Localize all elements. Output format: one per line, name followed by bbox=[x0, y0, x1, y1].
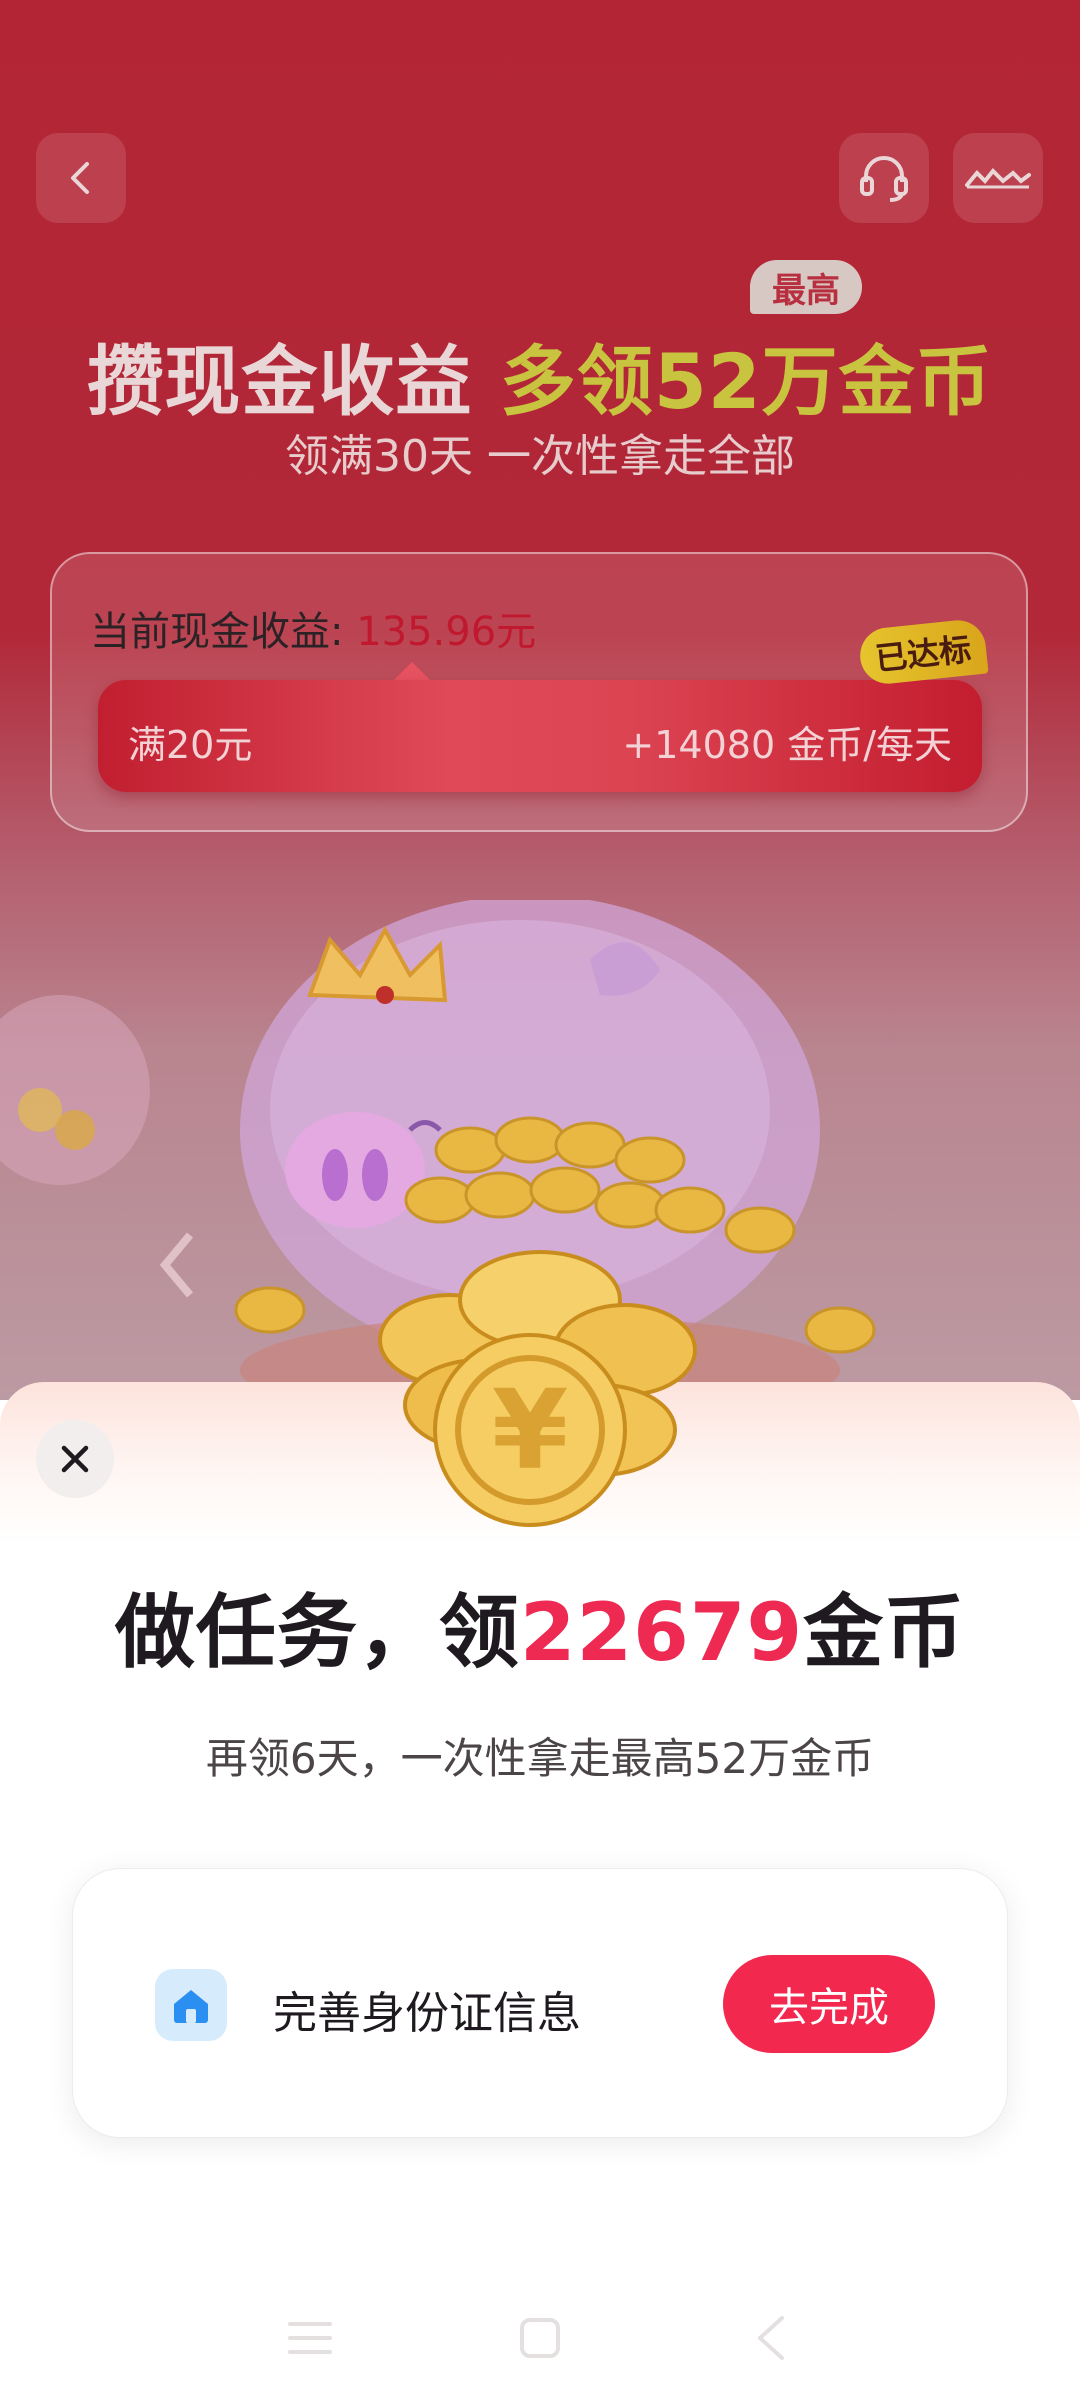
more-button[interactable] bbox=[953, 133, 1043, 223]
home-nav-icon[interactable] bbox=[520, 2318, 560, 2358]
customer-service-button[interactable] bbox=[839, 133, 929, 223]
max-badge: 最高 bbox=[750, 260, 862, 314]
earnings-label: 当前现金收益: bbox=[90, 609, 357, 655]
close-icon bbox=[61, 1445, 89, 1473]
progress-pointer bbox=[392, 662, 432, 682]
complete-task-button[interactable]: 去完成 bbox=[723, 1955, 935, 2053]
earnings-value: 135.96元 bbox=[356, 609, 537, 655]
page-subtitle: 领满30天 一次性拿走全部 bbox=[285, 431, 795, 482]
back-button[interactable] bbox=[36, 133, 126, 223]
earnings-label-row: 当前现金收益: 135.96元 bbox=[90, 599, 536, 657]
task-subtitle: 再领6天，一次性拿走最高52万金币 bbox=[205, 1734, 875, 1783]
page-headline: 攒现金收益 多领52万金币 bbox=[0, 320, 1080, 430]
task-title-suffix: 金币 bbox=[803, 1586, 966, 1679]
headset-icon bbox=[860, 156, 908, 202]
earnings-progress-bar: 满20元 +14080 金币/每天 bbox=[98, 680, 982, 792]
threshold-label: 满20元 bbox=[128, 723, 253, 767]
reached-badge: 已达标 bbox=[857, 617, 989, 687]
coin-stack-illustration: ¥ bbox=[378, 1250, 697, 1527]
task-label: 完善身份证信息 bbox=[273, 1988, 581, 2039]
headline-part2: 多领52万金币 bbox=[499, 337, 993, 426]
home-icon bbox=[174, 1990, 208, 2023]
headline-part1: 攒现金收益 bbox=[87, 337, 473, 426]
system-navigation-bar bbox=[288, 2316, 784, 2360]
task-card: 完善身份证信息 去完成 bbox=[72, 1868, 1008, 2138]
chevron-left-icon bbox=[71, 162, 89, 194]
back-nav-icon[interactable] bbox=[758, 2316, 784, 2360]
earnings-card: 当前现金收益: 135.96元 满20元 +14080 金币/每天 已达标 bbox=[50, 552, 1028, 832]
daily-reward-label: +14080 金币/每天 bbox=[622, 723, 952, 767]
close-button[interactable] bbox=[36, 1420, 114, 1498]
task-title: 做任务，领22679金币 bbox=[0, 1568, 1080, 1684]
task-title-prefix: 做任务，领 bbox=[114, 1586, 520, 1679]
menu-icon[interactable] bbox=[288, 2322, 332, 2354]
task-icon-tile bbox=[155, 1969, 227, 2041]
svg-text:¥: ¥ bbox=[492, 1366, 569, 1494]
more-icon bbox=[965, 168, 1031, 189]
task-title-coins: 22679 bbox=[519, 1586, 804, 1679]
